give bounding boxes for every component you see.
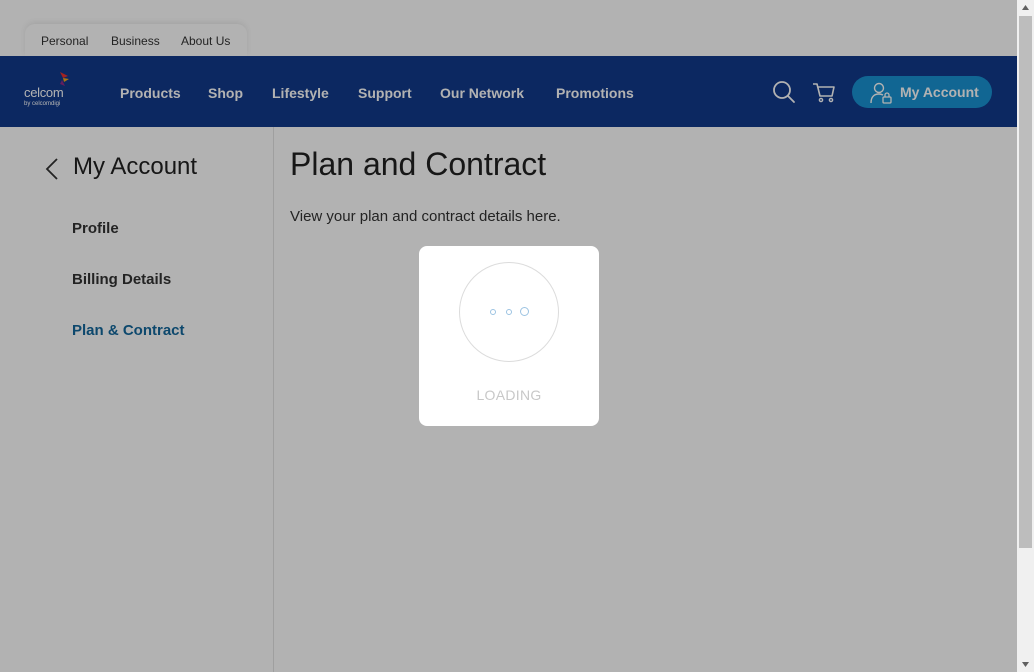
loading-spinner: [459, 262, 559, 362]
scroll-up-icon[interactable]: [1017, 0, 1034, 16]
loading-text: LOADING: [476, 387, 542, 403]
scroll-down-icon[interactable]: [1017, 656, 1034, 672]
loading-card: LOADING: [419, 246, 599, 426]
loading-dot: [520, 307, 529, 316]
page: Personal Business About Us celcom by cel…: [0, 0, 1017, 672]
vertical-scrollbar[interactable]: [1017, 0, 1034, 672]
scroll-thumb[interactable]: [1019, 16, 1032, 548]
loading-dot: [490, 309, 496, 315]
loading-dot: [506, 309, 512, 315]
